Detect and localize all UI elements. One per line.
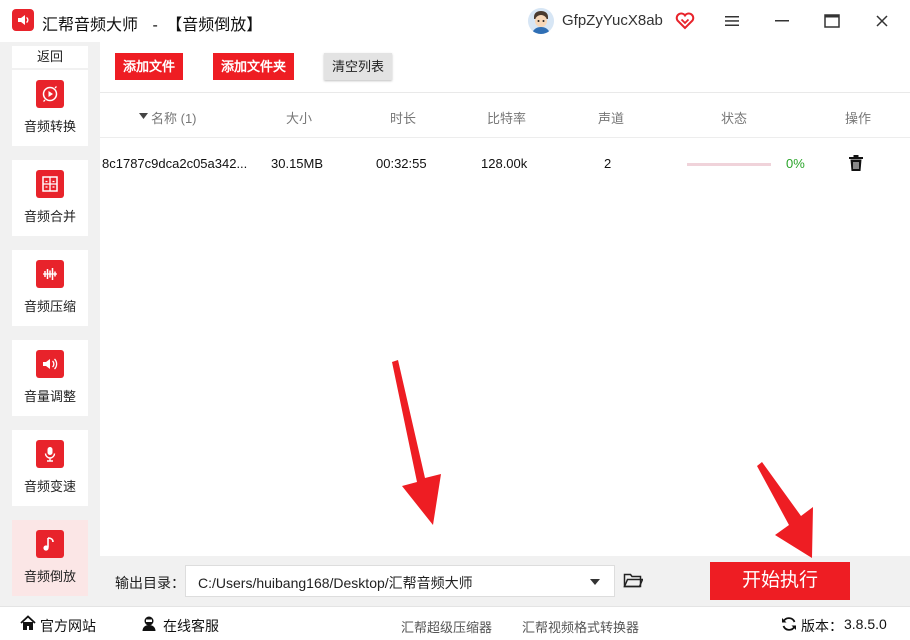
sidebar-item-label: 音频变速 xyxy=(23,479,76,494)
music-note-icon xyxy=(36,530,64,558)
audio-merge-icon xyxy=(36,170,64,198)
header-action: 操作 xyxy=(845,111,872,126)
sidebar-item-audio-compress[interactable]: 音频压缩 xyxy=(12,250,88,326)
file-size: 30.15MB xyxy=(271,156,324,171)
vip-heart-icon[interactable] xyxy=(675,11,695,31)
video-converter-link[interactable]: 汇帮视频格式转换器 xyxy=(522,617,639,636)
sidebar-item-audio-reverse[interactable]: 音频倒放 xyxy=(12,520,88,596)
sidebar-item-volume[interactable]: 音量调整 xyxy=(12,340,88,416)
header-bitrate: 比特率 xyxy=(487,111,527,126)
sidebar-item-audio-speed[interactable]: 音频变速 xyxy=(12,430,88,506)
output-bar: 输出目录： C:/Users/huibang168/Desktop/汇帮音频大师… xyxy=(100,556,910,606)
sidebar-item-audio-merge[interactable]: 音频合并 xyxy=(12,160,88,236)
add-file-button[interactable]: 添加文件 xyxy=(115,53,183,80)
volume-icon xyxy=(36,350,64,378)
sidebar-item-label: 音频合并 xyxy=(23,209,76,224)
sidebar-item-label: 音频倒放 xyxy=(23,569,76,584)
output-dir-label: 输出目录： xyxy=(115,575,185,591)
trash-icon[interactable] xyxy=(848,154,864,177)
title-separator: - xyxy=(152,17,158,34)
header-duration: 时长 xyxy=(390,111,417,126)
refresh-icon[interactable] xyxy=(781,616,797,637)
app-logo-icon xyxy=(12,9,34,31)
clear-list-button[interactable]: 清空列表 xyxy=(324,53,392,80)
sort-caret-icon[interactable] xyxy=(139,108,148,123)
chevron-down-icon[interactable] xyxy=(590,579,600,585)
window-title: 汇帮音频大师 - 【音频倒放】 xyxy=(42,11,262,35)
file-duration: 00:32:55 xyxy=(376,156,427,171)
sidebar: 返回 音频转换 音频合并 音频压缩 音量调整 音频变速 音频倒放 xyxy=(0,42,100,606)
maximize-icon[interactable] xyxy=(820,10,844,32)
progress-text: 0% xyxy=(786,156,805,171)
file-name: 8c1787c9dca2c05a342... xyxy=(102,156,248,171)
progress-bar xyxy=(687,163,771,166)
menu-icon[interactable] xyxy=(720,10,744,32)
header-channels: 声道 xyxy=(598,111,625,126)
official-website-link[interactable]: 官方网站 xyxy=(40,616,96,636)
start-button[interactable]: 开始执行 xyxy=(710,562,850,600)
title-bar: 汇帮音频大师 - 【音频倒放】 GfpZyYucX8ab xyxy=(0,0,910,42)
output-dir-select[interactable]: C:/Users/huibang168/Desktop/汇帮音频大师 xyxy=(185,565,615,597)
output-dir-value: C:/Users/huibang168/Desktop/汇帮音频大师 xyxy=(198,575,473,591)
audio-convert-icon xyxy=(36,80,64,108)
super-compressor-link[interactable]: 汇帮超级压缩器 xyxy=(401,617,492,636)
app-name: 汇帮音频大师 xyxy=(42,17,139,34)
minimize-icon[interactable] xyxy=(770,10,794,32)
sidebar-item-label: 音频转换 xyxy=(23,119,76,134)
header-name[interactable]: 名称 (1) xyxy=(151,108,197,127)
username[interactable]: GfpZyYucX8ab xyxy=(562,12,663,29)
file-channels: 2 xyxy=(604,156,612,171)
online-service-link[interactable]: 在线客服 xyxy=(163,616,219,636)
folder-open-icon[interactable] xyxy=(623,571,644,589)
toolbar: 添加文件 添加文件夹 清空列表 xyxy=(100,42,910,92)
header-status: 状态 xyxy=(721,111,748,126)
table-row[interactable]: 8c1787c9dca2c05a342... 30.15MB 00:32:55 … xyxy=(100,139,910,189)
audio-compress-icon xyxy=(36,260,64,288)
file-table: 名称 (1) 大小 时长 比特率 声道 状态 操作 8c1787c9dca2c0… xyxy=(100,92,910,556)
sidebar-item-label: 音量调整 xyxy=(23,389,76,404)
home-icon[interactable] xyxy=(20,615,36,636)
table-header: 名称 (1) 大小 时长 比特率 声道 状态 操作 xyxy=(100,93,910,138)
add-folder-button[interactable]: 添加文件夹 xyxy=(213,53,294,80)
back-button[interactable]: 返回 xyxy=(12,46,88,68)
microphone-icon xyxy=(36,440,64,468)
avatar[interactable] xyxy=(528,8,554,34)
sidebar-item-label: 音频压缩 xyxy=(23,299,76,314)
version-number: 3.8.5.0 xyxy=(844,616,887,632)
status-bar: 官方网站 在线客服 汇帮超级压缩器 汇帮视频格式转换器 版本： 3.8.5.0 xyxy=(0,606,910,640)
close-icon[interactable] xyxy=(870,10,894,32)
sidebar-item-audio-convert[interactable]: 音频转换 xyxy=(12,70,88,146)
customer-service-icon[interactable] xyxy=(141,615,157,636)
mode-name: 【音频倒放】 xyxy=(166,17,263,34)
header-size: 大小 xyxy=(286,111,313,126)
version-label: 版本： xyxy=(801,618,843,634)
file-bitrate: 128.00k xyxy=(481,156,528,171)
